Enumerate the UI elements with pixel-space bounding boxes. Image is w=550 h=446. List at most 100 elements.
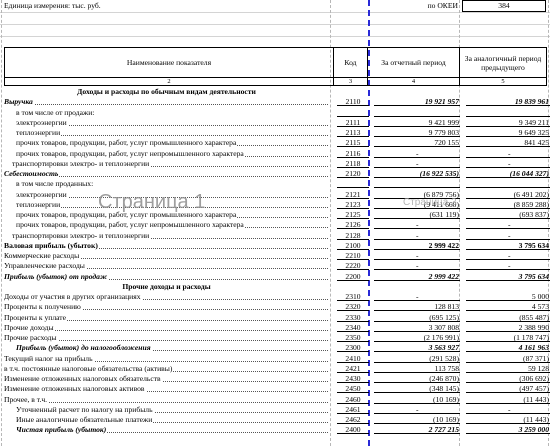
row-code-cell[interactable]: 2430 <box>337 374 369 383</box>
current-period-cell[interactable]: 2 999 422 <box>374 241 460 250</box>
current-period-cell[interactable]: 113 758 <box>374 364 460 373</box>
row-name-cell[interactable]: Валовая прибыль (убыток) <box>4 240 330 250</box>
row-name-cell[interactable]: Прибыль (убыток) до налогообложения <box>4 343 330 353</box>
row-name-cell[interactable]: Прибыль (убыток) от продаж <box>4 271 330 281</box>
row-code-cell[interactable]: 2400 <box>337 425 369 435</box>
row-code-cell[interactable]: 2320 <box>337 302 369 312</box>
previous-period-cell[interactable]: 5 000 <box>466 292 550 301</box>
row-name-cell[interactable]: Доходы и расходы по обычным видам деятел… <box>4 87 330 96</box>
header-code[interactable]: Код <box>333 47 367 78</box>
row-code-cell[interactable]: 2210 <box>337 251 369 260</box>
row-code-cell[interactable]: 2118 <box>337 159 369 168</box>
previous-period-cell[interactable]: 841 425 <box>466 138 550 148</box>
current-period-cell[interactable]: (2 176 991) <box>374 333 460 342</box>
row-name-cell[interactable]: прочих товаров, продукции, работ, услуг … <box>4 210 330 219</box>
row-name-cell[interactable]: Прочее, в т.ч. <box>4 394 330 404</box>
row-code-cell[interactable]: 2121 <box>337 190 369 199</box>
current-period-cell[interactable]: 2 999 422 <box>374 272 460 281</box>
current-period-cell[interactable]: 9 421 999 <box>374 118 460 127</box>
row-code-cell[interactable]: 2200 <box>337 272 369 281</box>
current-period-cell[interactable]: (9 411 660) <box>374 200 460 209</box>
row-code-cell[interactable]: 2100 <box>337 241 369 250</box>
row-name-cell[interactable]: Прочие расходы <box>4 333 330 342</box>
row-code-cell[interactable]: 2410 <box>337 354 369 363</box>
previous-period-cell[interactable]: (87 371) <box>466 354 550 363</box>
row-code-cell[interactable]: 2340 <box>337 323 369 332</box>
current-period-cell[interactable]: 3 563 927 <box>374 343 460 353</box>
row-name-cell[interactable]: Проценты к уплате <box>4 312 330 322</box>
previous-period-cell[interactable]: 3 795 634 <box>466 241 550 250</box>
previous-period-cell[interactable]: 2 388 990 <box>466 323 550 332</box>
current-period-cell[interactable]: (631 119) <box>374 210 460 219</box>
current-period-cell[interactable]: - <box>374 261 460 271</box>
row-code-cell[interactable]: 2126 <box>337 220 369 230</box>
current-period-cell[interactable]: (246 870) <box>374 374 460 383</box>
current-period-cell[interactable]: - <box>374 231 460 240</box>
row-name-cell[interactable]: Чистая прибыль (убыток) <box>4 425 330 435</box>
row-code-cell[interactable]: 2123 <box>337 200 369 209</box>
previous-period-cell[interactable]: (1 178 747) <box>466 333 550 342</box>
row-code-cell[interactable]: 2113 <box>337 128 369 137</box>
row-code-cell[interactable]: 2350 <box>337 333 369 342</box>
previous-period-cell[interactable] <box>466 179 550 189</box>
row-name-cell[interactable]: электроэнергии <box>4 189 330 199</box>
previous-period-cell[interactable]: (6 491 202) <box>466 190 550 199</box>
row-name-cell[interactable]: Прочие доходы и расходы <box>4 281 330 291</box>
previous-period-cell[interactable]: 3 259 000 <box>466 425 550 435</box>
row-code-cell[interactable] <box>337 179 369 189</box>
current-period-cell[interactable]: - <box>374 405 460 414</box>
previous-period-cell[interactable]: (306 692) <box>466 374 550 383</box>
row-code-cell[interactable]: 2111 <box>337 118 369 127</box>
current-period-cell[interactable]: 2 727 215 <box>374 425 460 435</box>
current-period-cell[interactable]: - <box>374 220 460 230</box>
previous-period-cell[interactable]: (855 487) <box>466 313 550 322</box>
header-current-period[interactable]: За отчетный период <box>367 47 459 78</box>
row-name-cell[interactable]: Изменение отложенных налоговых активов <box>4 384 330 394</box>
previous-period-cell[interactable]: - <box>466 149 550 158</box>
previous-period-cell[interactable]: 4 161 963 <box>466 343 550 353</box>
row-code-cell[interactable]: 2310 <box>337 292 369 301</box>
row-name-cell[interactable]: в том числе от продажи: <box>4 107 330 117</box>
current-period-cell[interactable]: (16 922 535) <box>374 169 460 178</box>
row-code-cell[interactable]: 2220 <box>337 261 369 271</box>
row-code-cell[interactable]: 2116 <box>337 149 369 158</box>
previous-period-cell[interactable]: - <box>466 405 550 414</box>
current-period-cell[interactable]: 19 921 957 <box>374 97 460 107</box>
row-name-cell[interactable]: транспортировки электро- и теплоэнергии <box>4 230 330 240</box>
row-name-cell[interactable]: Изменение отложенных налоговых обязатель… <box>4 374 330 383</box>
current-period-cell[interactable]: - <box>374 292 460 301</box>
previous-period-cell[interactable]: 3 795 634 <box>466 272 550 281</box>
row-name-cell[interactable]: Проценты к получению <box>4 302 330 312</box>
row-name-cell[interactable]: Коммерческие расходы <box>4 251 330 260</box>
previous-period-cell[interactable]: (16 044 327) <box>466 169 550 178</box>
current-period-cell[interactable]: (291 528) <box>374 354 460 363</box>
row-name-cell[interactable]: транспортировки электро- и теплоэнергии <box>4 158 330 168</box>
row-name-cell[interactable]: Уточненный расчет по налогу на прибыль <box>4 404 330 414</box>
current-period-cell[interactable]: (10 169) <box>374 395 460 404</box>
current-period-cell[interactable]: (695 125) <box>374 313 460 322</box>
current-period-cell[interactable]: (6 879 756) <box>374 190 460 199</box>
row-name-cell[interactable]: Управленческие расходы <box>4 261 330 271</box>
row-name-cell[interactable]: электроэнергии <box>4 117 330 127</box>
previous-period-cell[interactable]: 9 349 211 <box>466 118 550 127</box>
current-period-cell[interactable]: - <box>374 251 460 260</box>
previous-period-cell[interactable]: - <box>466 231 550 240</box>
previous-period-cell[interactable]: 4 573 <box>466 302 550 312</box>
current-period-cell[interactable]: 9 779 803 <box>374 128 460 137</box>
current-period-cell[interactable] <box>374 108 460 117</box>
row-name-cell[interactable]: Доходы от участия в других организациях <box>4 292 330 301</box>
previous-period-cell[interactable]: 19 839 961 <box>466 97 550 107</box>
previous-period-cell[interactable]: - <box>466 261 550 271</box>
row-name-cell[interactable]: Текущий налог на прибыль <box>4 353 330 363</box>
current-period-cell[interactable]: 720 155 <box>374 138 460 148</box>
current-period-cell[interactable]: (348 145) <box>374 384 460 394</box>
previous-period-cell[interactable] <box>466 108 550 117</box>
header-name[interactable]: Наименование показателя <box>4 47 333 78</box>
row-name-cell[interactable]: Выручка <box>4 97 330 107</box>
previous-period-cell[interactable]: - <box>466 220 550 230</box>
row-code-cell[interactable]: 2128 <box>337 231 369 240</box>
row-code-cell[interactable]: 2460 <box>337 395 369 404</box>
previous-period-cell[interactable]: 59 128 <box>466 364 550 373</box>
row-name-cell[interactable]: в том числе проданных: <box>4 179 330 189</box>
row-name-cell[interactable]: прочих товаров, продукции, работ, услуг … <box>4 148 330 158</box>
